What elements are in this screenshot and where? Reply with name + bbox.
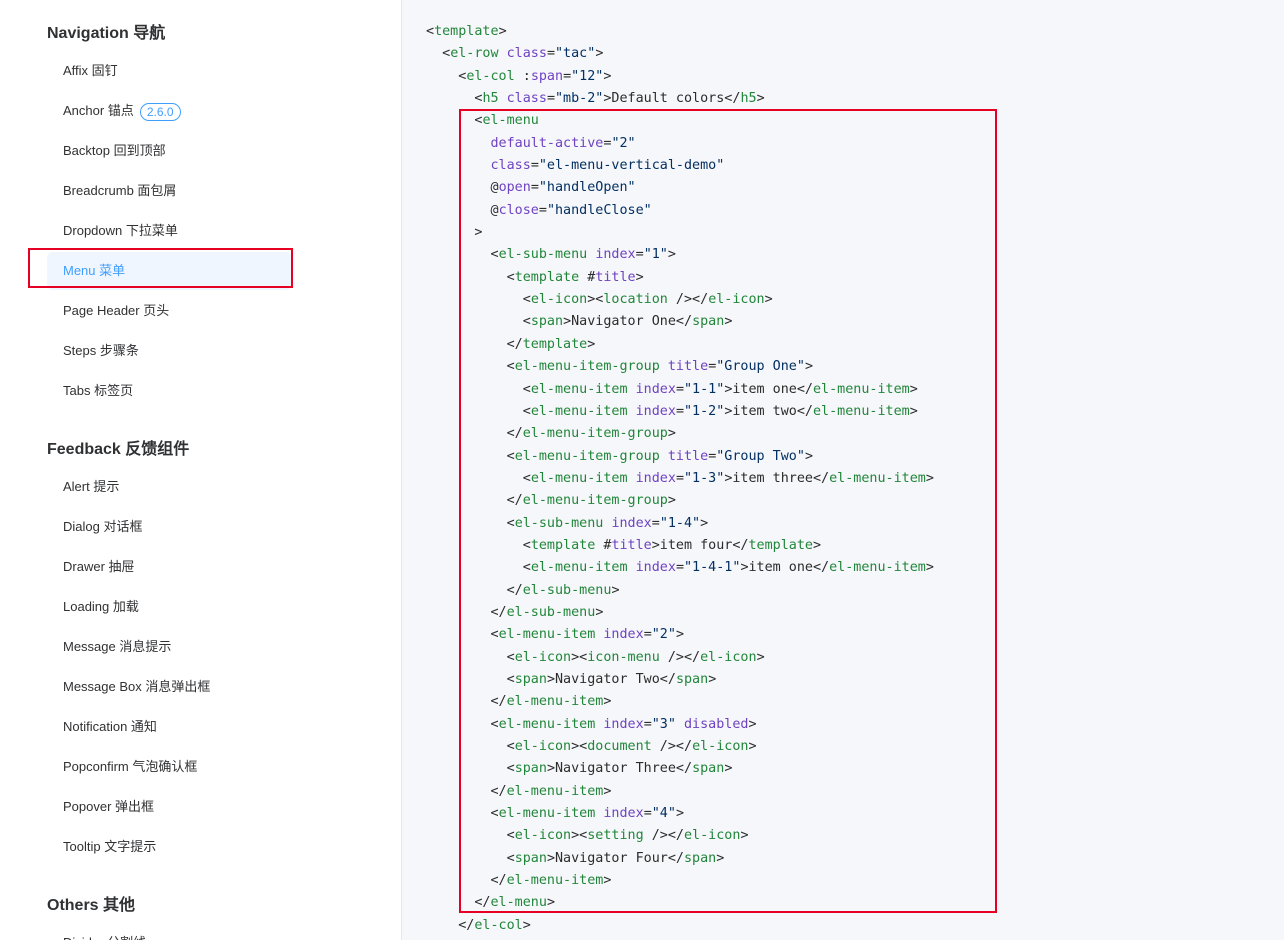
sidebar-item[interactable]: Dropdown 下拉菜单 [47,212,292,250]
sidebar-item-label: Anchor 锚点 [63,103,134,118]
code-line: <el-menu-item index="3" disabled> [426,716,757,732]
code-line: </el-menu-item> [426,783,612,799]
sidebar-item[interactable]: Steps 步骤条 [47,332,292,370]
sidebar-item[interactable]: Drawer 抽屉 [47,548,292,586]
sidebar-item-label: Backtop 回到顶部 [63,143,166,158]
code-line: @close="handleClose" [426,202,652,218]
code-panel: <template> <el-row class="tac"> <el-col … [402,0,1284,940]
code-line: </el-sub-menu> [426,604,604,620]
code-line: <span>Navigator Three</span> [426,761,733,777]
sidebar-item[interactable]: Popover 弹出框 [47,788,292,826]
sidebar-item-label: Popconfirm 气泡确认框 [63,759,198,774]
code-line: <template #title> [426,269,644,285]
sidebar-item[interactable]: Tabs 标签页 [47,372,292,410]
sidebar-item[interactable]: Anchor 锚点 2.6.0 [47,92,292,130]
code-line: </el-menu-item> [426,873,612,889]
code-line: <el-icon><setting /></el-icon> [426,828,749,844]
sidebar-item-label: Divider 分割线 [63,935,146,940]
code-line: <el-col :span="12"> [426,68,612,84]
code-line: </el-menu-item-group> [426,426,676,442]
code-line: <el-menu-item index="4"> [426,806,684,822]
sidebar-item-label: Affix 固钉 [63,63,118,78]
code-line: </el-col> [426,917,531,933]
sidebar-item[interactable]: Popconfirm 气泡确认框 [47,748,292,786]
version-badge: 2.6.0 [139,102,181,121]
code-line: > [426,225,483,241]
code-block: <template> <el-row class="tac"> <el-col … [426,21,934,937]
code-line: <el-icon><icon-menu /></el-icon> [426,649,765,665]
sidebar-section-title: Feedback 反馈组件 [47,441,190,458]
sidebar-section-title: Others 其他 [47,897,136,914]
sidebar-section-title: Navigation 导航 [47,25,166,42]
sidebar-item[interactable]: Backtop 回到顶部 [47,132,292,170]
code-line: <span>Navigator Two</span> [426,671,717,687]
sidebar-item-label: Popover 弹出框 [63,799,155,814]
code-line: <template #title>item four</template> [426,537,822,553]
sidebar-item-label: Dialog 对话框 [63,519,143,534]
sidebar-item[interactable]: Message Box 消息弹出框 [47,668,292,706]
sidebar-item-label: Page Header 页头 [63,303,170,318]
sidebar-item-label: Dropdown 下拉菜单 [63,223,178,238]
sidebar-item-label: Steps 步骤条 [63,343,139,358]
sidebar-item[interactable]: Notification 通知 [47,708,292,746]
sidebar-item[interactable]: Menu 菜单 [47,252,292,290]
code-line: <el-menu-item index="1-1">item one</el-m… [426,381,918,397]
sidebar-item[interactable]: Loading 加载 [47,588,292,626]
code-line: <el-sub-menu index="1"> [426,247,676,263]
code-line: </el-menu-item-group> [426,493,676,509]
code-line: default-active="2" [490,135,636,151]
sidebar-item[interactable]: Affix 固钉 [47,52,292,90]
code-line: @open="handleOpen" [426,180,636,196]
sidebar-item[interactable]: Divider 分割线 [47,924,292,940]
sidebar: Navigation 导航 Affix 固钉 Anchor 锚点 2.6.0 Backt… [0,0,402,940]
code-line: <el-menu [426,113,539,129]
code-line: </template> [426,336,596,352]
code-line: class="el-menu-vertical-demo" [490,158,725,174]
code-line: <span>Navigator Four</span> [426,850,725,866]
code-line: </el-menu> [426,895,555,911]
sidebar-item-label: Tooltip 文字提示 [63,839,157,854]
sidebar-item[interactable]: Page Header 页头 [47,292,292,330]
code-line: <span>Navigator One</span> [426,314,733,330]
code-line: <el-menu-item-group title="Group Two"> [426,448,813,464]
sidebar-item[interactable]: Tooltip 文字提示 [47,828,292,866]
sidebar-item-label: Tabs 标签页 [63,383,134,398]
sidebar-item-label: Breadcrumb 面包屑 [63,183,177,198]
sidebar-item[interactable]: Alert 提示 [47,468,292,506]
code-line: <el-menu-item index="1-3">item three</el… [426,470,934,486]
sidebar-item-label: Drawer 抽屉 [63,559,135,574]
sidebar-item-label: Menu 菜单 [63,263,126,278]
code-line: <el-menu-item index="1-4-1">item one</el… [426,560,934,576]
sidebar-item[interactable]: Breadcrumb 面包屑 [47,172,292,210]
code-line: <h5 class="mb-2">Default colors</h5> [426,91,765,107]
sidebar-item-label: Message Box 消息弹出框 [63,679,211,694]
code-line: <el-menu-item index="2"> [426,627,684,643]
code-line: <el-icon><location /></el-icon> [426,292,773,308]
code-line: <el-menu-item-group title="Group One"> [426,359,813,375]
code-line: </el-menu-item> [426,694,612,710]
sidebar-item-label: Alert 提示 [63,479,120,494]
sidebar-item-label: Loading 加载 [63,599,139,614]
code-line: <template> [426,24,507,39]
code-line: </el-sub-menu> [426,582,620,598]
sidebar-item-label: Notification 通知 [63,719,157,734]
code-line: <el-menu-item index="1-2">item two</el-m… [426,403,918,419]
code-line: <el-sub-menu index="1-4"> [426,515,709,531]
sidebar-item[interactable]: Message 消息提示 [47,628,292,666]
code-line: <el-row class="tac"> [426,46,604,62]
code-line: <el-icon><document /></el-icon> [426,739,757,754]
sidebar-item[interactable]: Dialog 对话框 [47,508,292,546]
sidebar-item-label: Message 消息提示 [63,639,172,654]
